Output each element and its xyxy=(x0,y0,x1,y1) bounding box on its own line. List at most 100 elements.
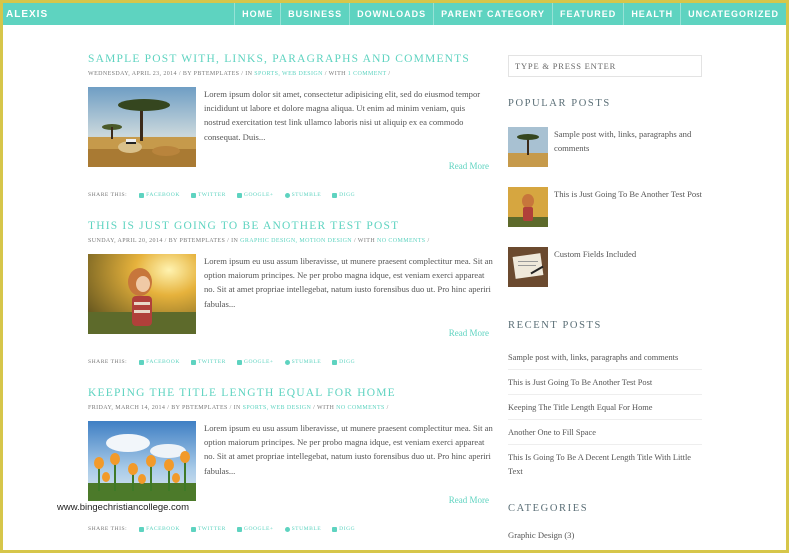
post-date: SUNDAY, APRIL 20, 2014 xyxy=(88,238,163,244)
nav-item-business[interactable]: BUSINESS xyxy=(280,3,349,25)
digg-icon xyxy=(332,192,338,198)
meta-sep: / xyxy=(425,238,430,244)
share-facebook-label: FACEBOOK xyxy=(146,192,180,198)
post-date: WEDNESDAY, APRIL 23, 2014 xyxy=(88,71,177,77)
share-digg-label: DIGG xyxy=(339,526,356,532)
share-facebook-label: FACEBOOK xyxy=(146,359,180,365)
post-thumbnail-tulips[interactable] xyxy=(88,421,196,501)
post-author[interactable]: PBTEMPLATES xyxy=(182,405,228,411)
watermark-text: www.bingechristiancollege.com xyxy=(57,502,190,513)
post-date: FRIDAY, MARCH 14, 2014 xyxy=(88,405,166,411)
popular-post-title: Sample post with, links, paragraphs and … xyxy=(554,129,692,153)
meta-sep: / WITH xyxy=(352,238,377,244)
nav-item-uncategorized[interactable]: UNCATEGORIZED xyxy=(680,3,786,25)
meta-sep: / BY xyxy=(162,238,180,244)
share-google[interactable]: GOOGLE+ xyxy=(236,359,274,365)
share-digg[interactable]: DIGG xyxy=(332,526,355,532)
share-digg-label: DIGG xyxy=(339,192,356,198)
meta-sep: / WITH xyxy=(322,71,348,77)
sidebar: POPULAR POSTS Sample post with, links, p… xyxy=(508,55,702,540)
digg-icon xyxy=(332,359,338,365)
post-body: Lorem ipsum eu usu assum liberavisse, ut… xyxy=(88,254,493,334)
stumbleupon-icon xyxy=(284,192,290,198)
google-plus-icon xyxy=(236,359,242,365)
share-stumble-label: STUMBLE xyxy=(291,526,322,532)
post-title[interactable]: KEEPING THE TITLE LENGTH EQUAL FOR HOME xyxy=(88,387,493,399)
twitter-icon xyxy=(190,359,196,365)
recent-post-link[interactable]: This is Just Going To Be Another Test Po… xyxy=(508,370,702,395)
nav-item-downloads[interactable]: DOWNLOADS xyxy=(349,3,433,25)
share-stumble[interactable]: STUMBLE xyxy=(284,192,322,198)
read-more-link[interactable]: Read More xyxy=(449,328,489,338)
read-more-link[interactable]: Read More xyxy=(449,495,489,505)
recent-post-link[interactable]: This Is Going To Be A Decent Length Titl… xyxy=(508,445,702,483)
share-stumble[interactable]: STUMBLE xyxy=(284,359,322,365)
category-link[interactable]: Graphic Design (3) xyxy=(508,530,702,540)
meta-sep: / BY xyxy=(165,405,183,411)
nav-item-parent-category[interactable]: PARENT CATEGORY xyxy=(433,3,552,25)
post-card: SAMPLE POST WITH, LINKS, PARAGRAPHS AND … xyxy=(88,53,493,220)
popular-post-item[interactable]: This is Just Going To Be Another Test Po… xyxy=(508,187,702,247)
meta-sep: / WITH xyxy=(311,405,337,411)
recent-post-link[interactable]: Keeping The Title Length Equal For Home xyxy=(508,395,702,420)
share-digg-label: DIGG xyxy=(339,359,356,365)
post-author[interactable]: PBTEMPLATES xyxy=(194,71,240,77)
read-more-link[interactable]: Read More xyxy=(449,161,489,171)
share-stumble-label: STUMBLE xyxy=(291,192,322,198)
popular-thumbnail-savanna xyxy=(508,127,548,167)
post-comments-link[interactable]: NO COMMENTS xyxy=(377,238,426,244)
top-nav: ALEXIS HOME BUSINESS DOWNLOADS PARENT CA… xyxy=(3,3,786,25)
share-bar: SHARE THIS: FACEBOOK TWITTER GOOGLE+ STU… xyxy=(88,192,366,198)
post-excerpt: Lorem ipsum eu usu assum liberavisse, ut… xyxy=(204,256,493,309)
post-categories[interactable]: SPORTS, WEB DESIGN xyxy=(254,71,323,77)
site-logo[interactable]: ALEXIS xyxy=(3,9,48,20)
share-label: SHARE THIS: xyxy=(88,192,128,198)
share-google[interactable]: GOOGLE+ xyxy=(236,192,274,198)
share-bar: SHARE THIS: FACEBOOK TWITTER GOOGLE+ STU… xyxy=(88,359,366,365)
popular-thumbnail-notebook xyxy=(508,247,548,287)
share-twitter-label: TWITTER xyxy=(197,526,226,532)
post-author[interactable]: PBTEMPLATES xyxy=(179,238,225,244)
share-twitter[interactable]: TWITTER xyxy=(190,192,226,198)
popular-post-title: This is Just Going To Be Another Test Po… xyxy=(554,189,702,199)
stumbleupon-icon xyxy=(284,359,290,365)
share-facebook[interactable]: FACEBOOK xyxy=(139,192,180,198)
recent-posts-list: Sample post with, links, paragraphs and … xyxy=(508,345,702,483)
share-facebook[interactable]: FACEBOOK xyxy=(139,359,180,365)
share-google[interactable]: GOOGLE+ xyxy=(236,526,274,532)
post-card: KEEPING THE TITLE LENGTH EQUAL FOR HOME … xyxy=(88,387,493,550)
facebook-icon xyxy=(139,192,145,198)
nav-item-featured[interactable]: FEATURED xyxy=(551,3,623,25)
categories-list: Graphic Design (3) xyxy=(508,530,702,540)
share-digg[interactable]: DIGG xyxy=(332,192,355,198)
popular-thumbnail-girl xyxy=(508,187,548,227)
search-input[interactable] xyxy=(508,55,702,77)
post-categories[interactable]: SPORTS, WEB DESIGN xyxy=(243,405,312,411)
share-twitter-label: TWITTER xyxy=(197,192,226,198)
popular-post-title: Custom Fields Included xyxy=(554,249,637,259)
recent-post-link[interactable]: Sample post with, links, paragraphs and … xyxy=(508,345,702,370)
post-title[interactable]: SAMPLE POST WITH, LINKS, PARAGRAPHS AND … xyxy=(88,53,493,65)
post-comments-link[interactable]: NO COMMENTS xyxy=(336,405,385,411)
page-frame: ALEXIS HOME BUSINESS DOWNLOADS PARENT CA… xyxy=(3,3,786,550)
post-categories[interactable]: GRAPHIC DESIGN, MOTION DESIGN xyxy=(240,238,352,244)
recent-post-link[interactable]: Another One to Fill Space xyxy=(508,420,702,445)
share-twitter[interactable]: TWITTER xyxy=(190,526,226,532)
popular-post-item[interactable]: Sample post with, links, paragraphs and … xyxy=(508,127,702,187)
share-google-label: GOOGLE+ xyxy=(243,526,274,532)
popular-post-item[interactable]: Custom Fields Included xyxy=(508,247,702,307)
categories-title: CATEGORIES xyxy=(508,503,589,514)
google-plus-icon xyxy=(236,192,242,198)
post-thumbnail-girl-sunlight[interactable] xyxy=(88,254,196,334)
nav-item-health[interactable]: HEALTH xyxy=(623,3,680,25)
post-title[interactable]: THIS IS JUST GOING TO BE ANOTHER TEST PO… xyxy=(88,220,493,232)
nav-item-home[interactable]: HOME xyxy=(234,3,280,25)
share-stumble[interactable]: STUMBLE xyxy=(284,526,322,532)
recent-posts-title: RECENT POSTS xyxy=(508,320,602,331)
share-twitter[interactable]: TWITTER xyxy=(190,359,226,365)
share-digg[interactable]: DIGG xyxy=(332,359,355,365)
share-facebook[interactable]: FACEBOOK xyxy=(139,526,180,532)
post-thumbnail-savanna[interactable] xyxy=(88,87,196,167)
digg-icon xyxy=(332,526,338,532)
post-comments-link[interactable]: 1 COMMENT xyxy=(348,71,387,77)
